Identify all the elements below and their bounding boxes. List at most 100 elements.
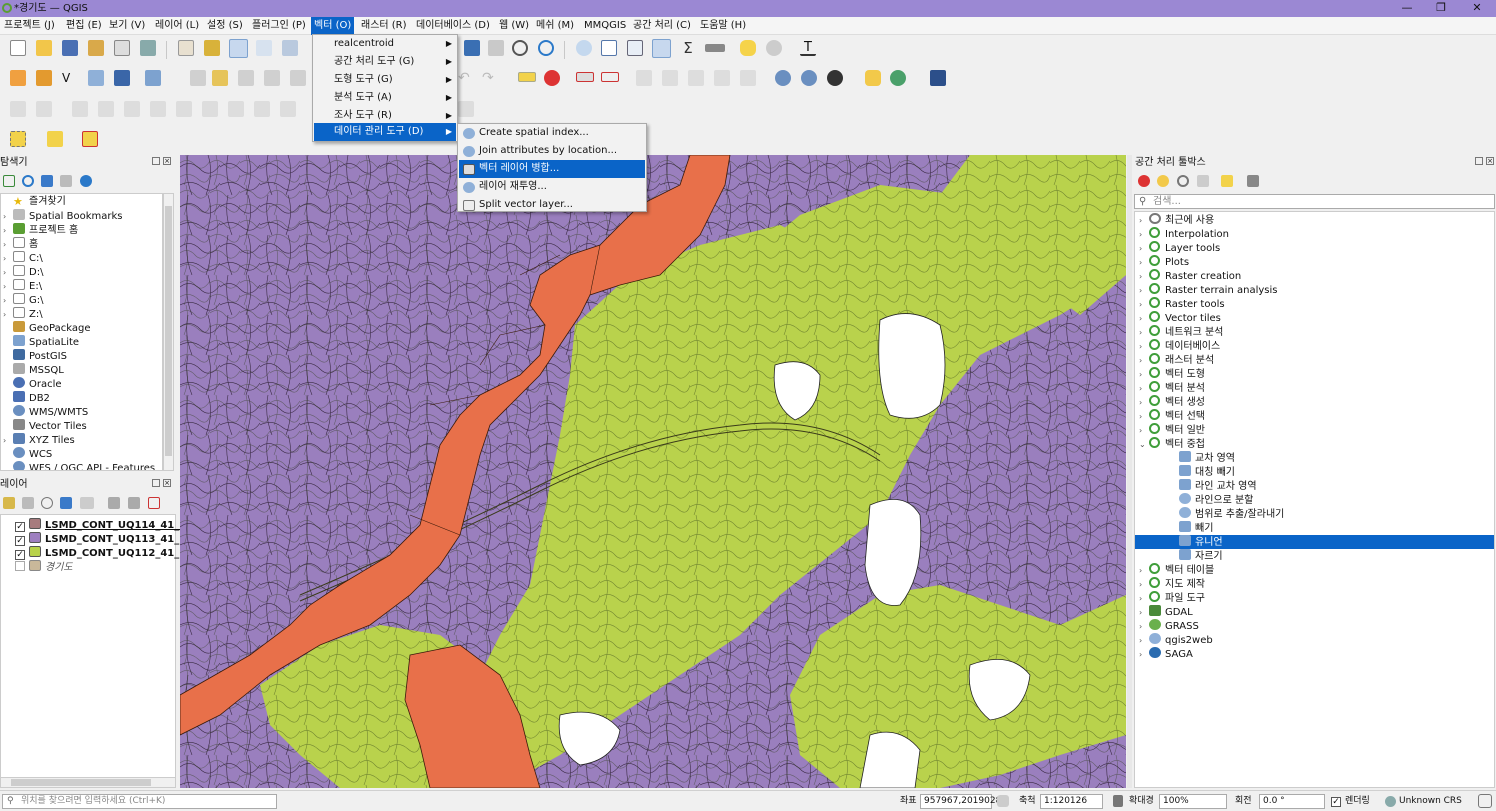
layer-row[interactable]: ✓ LSMD_CONT_UQ112_41_202 [15,546,200,560]
print-layout-icon[interactable] [114,40,130,56]
browser-item-wms[interactable]: WMS/WMTS [3,405,88,419]
layer-row[interactable]: 경기도 [15,560,73,574]
pin-labels-icon[interactable] [576,72,594,82]
digitize-icon[interactable] [88,70,104,86]
expand-arrow-icon[interactable]: › [1139,564,1149,578]
toolbox-float-icon[interactable] [1475,157,1483,165]
coordinate-field[interactable]: 957967,2019028 [920,794,1001,809]
render-checkbox[interactable]: ✓ 렌더링 [1331,795,1370,808]
expand-arrow-icon[interactable]: › [1139,242,1149,256]
browser-item-g-drive[interactable]: › G:\ [3,293,44,307]
menu-web[interactable]: 웹 (W) [499,17,529,35]
rotation-spinbox[interactable]: 0.0 ° [1259,794,1325,809]
magnifier-spinbox[interactable]: 100% [1159,794,1227,809]
layer-checkbox[interactable] [15,561,25,571]
toolbox-algorithm[interactable]: 유니언 [1135,535,1494,549]
menu-item-geometry-tools[interactable]: 도형 도구 (G) ▶ [314,71,456,89]
pan-hand-icon[interactable] [178,40,194,56]
toolbox-group[interactable]: › Vector tiles [1135,311,1494,325]
new-map-view-icon[interactable] [488,40,504,56]
simplify-icon[interactable] [72,101,88,117]
menu-mesh[interactable]: 메쉬 (M) [536,17,574,35]
toolbox-group[interactable]: › 벡터 생성 [1135,395,1494,409]
temporal-clock-icon[interactable] [512,40,528,56]
delete-ring-icon[interactable] [176,101,192,117]
toolbox-group[interactable]: ⌄ 벡터 중첩 [1135,437,1494,451]
open-project-icon[interactable] [36,40,52,56]
browser-item-spatialite[interactable]: SpatiaLite [3,335,79,349]
save-project-icon[interactable] [62,40,78,56]
zoom-out-icon[interactable] [256,40,272,56]
menu-item-join-by-location[interactable]: Join attributes by location... [459,142,645,160]
toolbox-group[interactable]: › 래스터 분석 [1135,353,1494,367]
toolbox-group[interactable]: › Interpolation [1135,227,1494,241]
browser-item-project-home[interactable]: › 프로젝트 홈 [3,223,78,237]
expand-arrow-icon[interactable]: › [1139,284,1149,298]
locator-search-input[interactable]: ⚲ 위치를 찾으려면 입력하세요 (Ctrl+K) [2,794,277,809]
browser-refresh-icon[interactable] [22,175,34,187]
crs-button[interactable]: Unknown CRS [1385,795,1462,808]
advanced-digitize-icon[interactable] [10,101,26,117]
offset-curve-icon[interactable] [254,101,270,117]
menu-item-geoprocessing[interactable]: 공간 처리 도구 (G) ▶ [314,53,456,71]
undo-icon[interactable]: ↶ [458,70,474,86]
add-wms-icon[interactable] [775,70,791,86]
history-clock-icon[interactable] [1177,175,1189,187]
diagram-icon[interactable] [544,70,560,86]
toolbox-algorithm[interactable]: 범위로 추출/잘라내기 [1135,507,1494,521]
toolbox-group[interactable]: › 벡터 일반 [1135,423,1494,437]
expand-arrow-icon[interactable]: › [1139,228,1149,242]
move-feature-icon[interactable] [290,70,306,86]
expand-arrow-icon[interactable]: › [1139,312,1149,326]
browser-scrollbar-thumb[interactable] [165,206,172,456]
text-annotation-icon[interactable]: T [800,40,816,56]
toggle-extents-icon[interactable] [997,795,1009,807]
locate-icon[interactable] [766,40,782,56]
metasearch-icon[interactable] [827,70,843,86]
menu-item-realcentroid[interactable]: realcentroid ▶ [314,35,456,53]
expand-arrow-icon[interactable]: › [1139,620,1149,634]
toolbox-algorithm[interactable]: 자르기 [1135,549,1494,563]
messages-icon[interactable] [1478,794,1492,808]
map-tips-icon[interactable] [740,40,756,56]
expand-arrow-icon[interactable]: › [1139,214,1149,228]
menu-vector[interactable]: 벡터 (O) [311,17,355,35]
menu-settings[interactable]: 설정 (S) [207,17,243,35]
menu-item-merge-vector-layers[interactable]: 벡터 레이어 병합... [459,160,645,178]
menu-database[interactable]: 데이터베이스 (D) [416,17,490,35]
expand-arrow-icon[interactable]: › [1139,648,1149,662]
maximize-button[interactable]: ❐ [1424,0,1458,17]
move-label-icon[interactable] [636,70,652,86]
python-console-icon[interactable] [865,70,881,86]
close-button[interactable]: ✕ [1460,0,1494,17]
toolbox-group[interactable]: › 최근에 사용 [1135,213,1494,227]
rotate-label-icon[interactable] [662,70,678,86]
new-project-icon[interactable] [10,40,26,56]
qgis2web-icon[interactable] [890,70,906,86]
select-features-icon[interactable] [10,131,26,147]
layers-hscrollbar[interactable] [0,777,176,788]
refresh-icon[interactable] [538,40,554,56]
toolbox-algorithm[interactable]: 대칭 빼기 [1135,465,1494,479]
browser-item-mssql[interactable]: MSSQL [3,363,64,377]
toolbox-algorithm[interactable]: 라인 교차 영역 [1135,479,1494,493]
expand-arrow-icon[interactable]: › [1139,340,1149,354]
pan-to-selection-icon[interactable] [204,40,220,56]
show-labels-icon[interactable] [601,72,619,82]
layer-row[interactable]: ✓ LSMD_CONT_UQ113_41_202 [15,532,200,546]
menu-item-create-spatial-index[interactable]: Create spatial index... [459,124,645,142]
toggle-editing-icon[interactable] [190,70,206,86]
menu-project[interactable]: 프로젝트 (J) [4,17,55,35]
toolbox-group[interactable]: › Raster creation [1135,269,1494,283]
help-icon[interactable] [930,70,946,86]
label-properties-icon[interactable] [714,70,730,86]
expand-arrow-icon[interactable]: › [1139,410,1149,424]
toolbox-group[interactable]: › 벡터 테이블 [1135,563,1494,577]
menu-edit[interactable]: 편집 (E) [66,17,102,35]
toolbox-algorithm[interactable]: 교차 영역 [1135,451,1494,465]
collapse-all-layers-icon[interactable] [128,497,140,509]
statistics-sigma-icon[interactable]: Σ [680,40,696,56]
expand-arrow-icon[interactable]: › [1139,326,1149,340]
toolbox-group[interactable]: › 지도 제작 [1135,577,1494,591]
layer-filter-icon[interactable] [60,497,72,509]
